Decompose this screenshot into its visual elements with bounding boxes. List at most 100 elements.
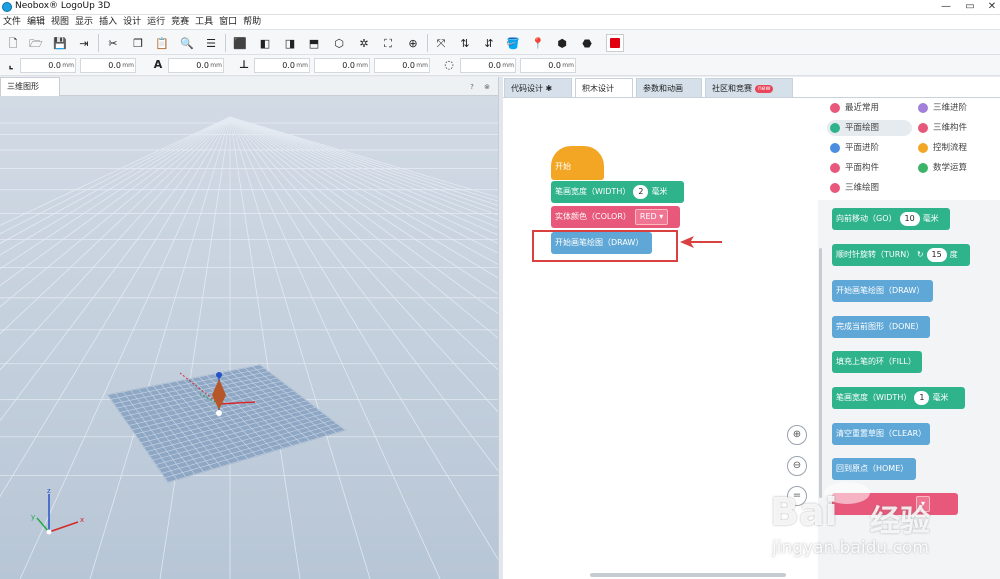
category-math[interactable]: 数学运算: [915, 160, 995, 176]
category-2d-components-label: 平面构件: [845, 163, 880, 173]
stop-icon[interactable]: [606, 34, 624, 52]
color-block[interactable]: 实体颜色（COLOR） RED ▾: [551, 206, 680, 228]
pin-icon[interactable]: 📍: [529, 34, 547, 52]
flyout-scrollbar[interactable]: [819, 248, 822, 498]
flyout-clear-block[interactable]: 清空重置草图（CLEAR）: [832, 423, 930, 445]
workspace-scrollbar[interactable]: [590, 573, 786, 577]
view-left-icon[interactable]: ◨: [281, 34, 299, 52]
view-right-icon[interactable]: ⬒: [305, 34, 323, 52]
category-2d-drawing[interactable]: 平面绘图: [827, 120, 912, 136]
menu-edit[interactable]: 编辑: [24, 15, 48, 29]
zoom-in-icon[interactable]: ⊕: [787, 425, 807, 445]
help-icon[interactable]: ?: [467, 82, 477, 92]
rotate-icon[interactable]: ⇵: [480, 34, 498, 52]
viewport-3d[interactable]: z x y: [0, 77, 500, 579]
watermark-url: jingyan.baidu.com: [772, 538, 929, 558]
category-2d-advanced[interactable]: 平面进阶: [827, 140, 912, 156]
text-size-field[interactable]: 0.0 mm: [168, 58, 224, 73]
coord-y-field[interactable]: 0.0 mm: [80, 58, 136, 73]
menu-contest[interactable]: 竞赛: [168, 15, 192, 29]
open-folder-icon[interactable]: 🗁: [27, 34, 45, 52]
tab-block-design[interactable]: 积木设计: [575, 78, 633, 98]
menu-run[interactable]: 运行: [144, 15, 168, 29]
close-button[interactable]: ✕: [976, 0, 1000, 14]
view-wire-icon[interactable]: ✲: [355, 34, 373, 52]
viewport-canvas[interactable]: z x y: [0, 77, 500, 579]
view-axis-icon[interactable]: ⊕: [404, 34, 422, 52]
menu-design[interactable]: 设计: [120, 15, 144, 29]
menu-help[interactable]: 帮助: [240, 15, 264, 29]
coord-c-field[interactable]: 0.0 mm: [374, 58, 430, 73]
zoom-extents-icon[interactable]: ⤧: [432, 34, 450, 52]
flyout-width-unit: 毫米: [932, 393, 949, 402]
go-value[interactable]: 10: [899, 211, 920, 226]
fit-view-icon[interactable]: ⛶: [379, 34, 397, 52]
category-2d-advanced-dot: [830, 143, 840, 153]
start-hat-block[interactable]: 开始: [551, 146, 604, 180]
coord-b-field[interactable]: 0.0 mm: [314, 58, 370, 73]
color-dropdown[interactable]: RED ▾: [634, 208, 669, 225]
category-3d-components[interactable]: 三维构件: [915, 120, 995, 136]
coord-e-field[interactable]: 0.0 mm: [520, 58, 576, 73]
tab-params-animation[interactable]: 参数和动画: [636, 78, 702, 98]
coord-x-field[interactable]: 0.0 mm: [20, 58, 76, 73]
turn-value[interactable]: 15: [926, 247, 947, 262]
category-math-label: 数学运算: [933, 163, 968, 173]
z-axis-label: z: [47, 487, 51, 495]
camera-icon[interactable]: ⬢: [553, 34, 571, 52]
close-panel-icon[interactable]: ⊗: [482, 82, 492, 92]
menu-view[interactable]: 视图: [48, 15, 72, 29]
width-block-label: 笔画宽度（WIDTH）: [555, 187, 631, 196]
menu-file[interactable]: 文件: [0, 15, 24, 29]
save-icon[interactable]: 💾: [51, 34, 69, 52]
flyout-go-block[interactable]: 向前移动（GO） 10 毫米: [832, 208, 950, 230]
tab-3d-graphics[interactable]: 三维图形: [0, 77, 60, 96]
paint-bucket-icon[interactable]: 🪣: [504, 34, 522, 52]
width-block[interactable]: 笔画宽度（WIDTH） 2 毫米: [551, 181, 684, 203]
find-icon[interactable]: 🔍: [178, 34, 196, 52]
cut-icon[interactable]: ✂: [104, 34, 122, 52]
view-back-icon[interactable]: ◧: [256, 34, 274, 52]
coord-a-field[interactable]: 0.0 mm: [254, 58, 310, 73]
view-front-icon[interactable]: ⬛: [231, 34, 249, 52]
view-iso-icon[interactable]: ⬡: [330, 34, 348, 52]
tab-code-design[interactable]: 代码设计 ✱: [504, 78, 572, 98]
width-value-input[interactable]: 2: [633, 184, 649, 199]
flyout-fill-block[interactable]: 填充上笔的环（FILL）: [832, 351, 922, 373]
category-3d-advanced[interactable]: 三维进阶: [915, 100, 995, 116]
menu-tools[interactable]: 工具: [192, 15, 216, 29]
axis-corner-icon: ⌞: [8, 58, 14, 71]
rotate-cw-icon: ↻: [916, 250, 924, 259]
category-control-flow[interactable]: 控制流程: [915, 140, 995, 156]
coord-d-field[interactable]: 0.0 mm: [460, 58, 516, 73]
new-file-icon[interactable]: 🗋: [4, 34, 22, 52]
category-recent[interactable]: 最近常用: [827, 100, 912, 116]
flyout-width-block[interactable]: 笔画宽度（WIDTH） 1 毫米: [832, 387, 965, 409]
x-axis-label: x: [80, 516, 84, 524]
category-2d-components[interactable]: 平面构件: [827, 160, 912, 176]
flyout-width-value[interactable]: 1: [914, 390, 930, 405]
flyout-done-block[interactable]: 完成当前图形（DONE）: [832, 316, 930, 338]
flyout-draw-block[interactable]: 开始画笔绘图（DRAW）: [832, 280, 933, 302]
zoom-out-icon[interactable]: ⊖: [787, 456, 807, 476]
flyout-turn-block[interactable]: 顺时针旋转（TURN） ↻ 15 度: [832, 244, 970, 266]
go-unit: 毫米: [922, 214, 939, 223]
main-toolbar: 🗋 🗁 💾 ⇥ ✂ ❐ 📋 🔍 ☰ ⬛ ◧ ◨ ⬒ ⬡ ✲ ⛶ ⊕ ⤧ ⇅ ⇵ …: [0, 29, 1000, 55]
category-3d-drawing[interactable]: 三维绘图: [827, 180, 912, 196]
indent-icon[interactable]: ☰: [202, 34, 220, 52]
move-icon[interactable]: ⇅: [456, 34, 474, 52]
flyout-home-block[interactable]: 回到原点（HOME）: [832, 458, 916, 480]
cube-icon[interactable]: ⬣: [578, 34, 596, 52]
red-arrow-annotation: [680, 236, 722, 248]
tab-community[interactable]: 社区和竞赛 new: [705, 78, 793, 98]
category-2d-advanced-label: 平面进阶: [845, 143, 880, 153]
paste-icon[interactable]: 📋: [153, 34, 171, 52]
menu-window[interactable]: 窗口: [216, 15, 240, 29]
title-bar: Neobox® LogoUp 3D — ▭ ✕: [0, 0, 1000, 15]
export-icon[interactable]: ⇥: [75, 34, 93, 52]
category-3d-advanced-dot: [918, 103, 928, 113]
menu-insert[interactable]: 插入: [96, 15, 120, 29]
menu-display[interactable]: 显示: [72, 15, 96, 29]
new-badge: new: [755, 84, 774, 93]
copy-icon[interactable]: ❐: [129, 34, 147, 52]
